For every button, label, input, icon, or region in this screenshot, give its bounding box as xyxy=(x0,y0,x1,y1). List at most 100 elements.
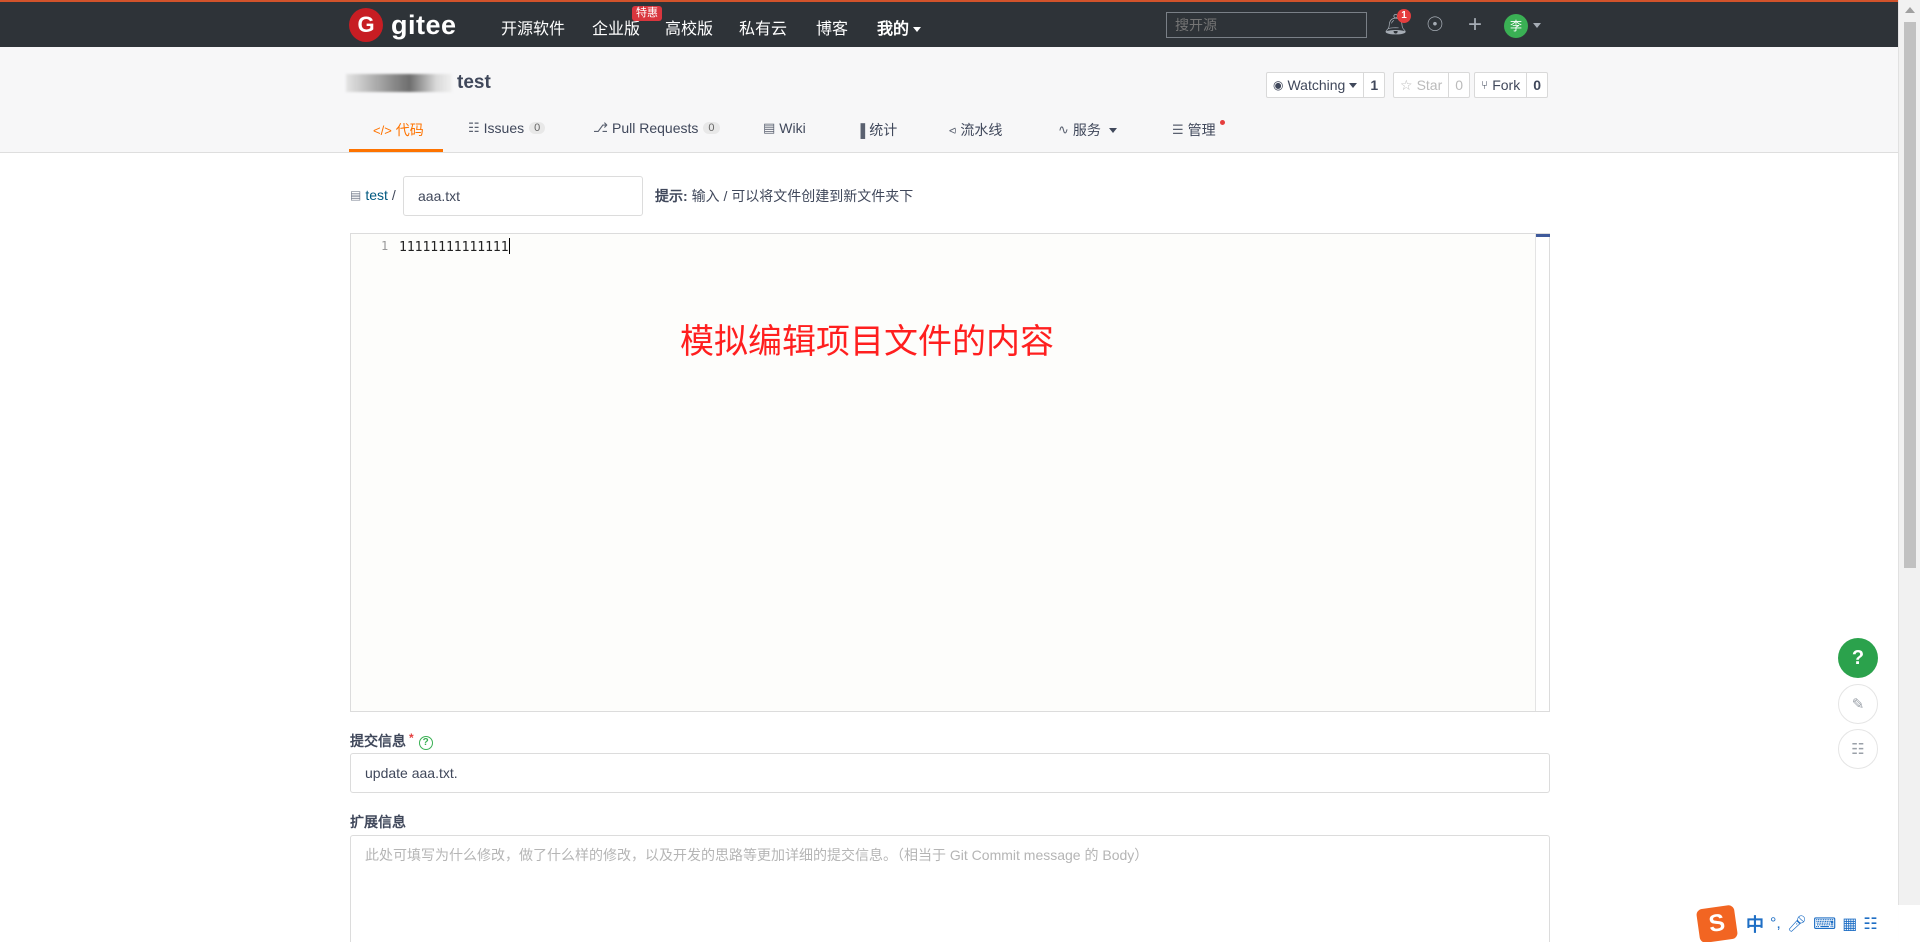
issues-icon: ☷ xyxy=(468,120,480,135)
services-icon: ∿ xyxy=(1058,122,1069,137)
tab-code-label: 代码 xyxy=(395,122,424,138)
manage-notification-dot xyxy=(1220,120,1225,125)
watch-button[interactable]: ◉ Watching 1 xyxy=(1266,72,1386,98)
watch-label: Watching xyxy=(1287,77,1346,93)
bar-chart-icon: ▐ xyxy=(856,122,866,138)
nav-blog[interactable]: 博客 xyxy=(816,15,848,39)
tab-services-label: 服务 xyxy=(1072,122,1101,138)
tab-services[interactable]: ∿ 服务 xyxy=(1058,120,1117,140)
tab-code[interactable]: </> 代码 xyxy=(373,120,424,140)
chevron-down-icon xyxy=(1349,82,1358,88)
scrollbar-thumb[interactable] xyxy=(1904,22,1916,568)
nav-open-source[interactable]: 开源软件 xyxy=(501,15,565,39)
wiki-icon: ▤ xyxy=(763,120,776,135)
tab-wiki-label: Wiki xyxy=(779,120,806,136)
manage-icon: ☰ xyxy=(1172,122,1184,137)
top-navbar: G gitee 开源软件 企业版 特惠 高校版 私有云 博客 我的 🔔︎ 1 ☉… xyxy=(0,0,1920,47)
commit-message-label: 提交信息 *? xyxy=(350,731,433,751)
hint-label: 提示: xyxy=(655,188,688,204)
avatar-chevron-down-icon[interactable] xyxy=(1533,23,1541,28)
ime-toolbar: S 中 °, 🎤︎ ⌨ ▦ ☷ xyxy=(1695,904,1920,942)
fork-icon: ⑂ xyxy=(1481,78,1489,92)
fork-count[interactable]: 0 xyxy=(1526,73,1547,97)
gitee-logo-text: gitee xyxy=(391,9,457,40)
ime-punct-toggle[interactable]: °, xyxy=(1770,915,1781,933)
eye-icon: ◉ xyxy=(1273,78,1284,92)
help-float-button[interactable]: ? xyxy=(1838,638,1878,678)
commit-message-input[interactable] xyxy=(350,753,1550,793)
gitee-logo-icon: G xyxy=(349,8,383,42)
page-scrollbar[interactable] xyxy=(1898,0,1920,942)
file-icon: ▤ xyxy=(350,188,362,202)
issues-count: 0 xyxy=(529,122,546,134)
text-cursor xyxy=(508,238,510,254)
pipeline-icon: ⪦ xyxy=(949,122,957,137)
chevron-down-icon xyxy=(913,27,922,33)
plus-icon[interactable]: + xyxy=(1463,13,1487,37)
line-number: 1 xyxy=(381,239,389,253)
fork-label: Fork xyxy=(1492,77,1521,93)
commit-label-text: 提交信息 xyxy=(350,733,406,749)
tab-stats[interactable]: ▐ 统计 xyxy=(856,120,897,140)
microphone-icon[interactable]: 🎤︎ xyxy=(1787,914,1807,934)
watch-count[interactable]: 1 xyxy=(1363,73,1384,97)
required-asterisk: * xyxy=(409,731,414,745)
pulls-count: 0 xyxy=(703,122,720,134)
code-editor[interactable]: 1 11111111111111 xyxy=(350,233,1550,712)
notification-count-badge: 1 xyxy=(1397,9,1411,23)
breadcrumb-separator: / xyxy=(391,187,396,203)
repo-name[interactable]: test xyxy=(457,72,491,94)
repo-owner-blurred[interactable] xyxy=(346,74,452,92)
star-count[interactable]: 0 xyxy=(1448,73,1469,97)
enterprise-promo-badge: 特惠 xyxy=(632,6,662,21)
code-icon: </> xyxy=(373,122,392,138)
fork-button[interactable]: ⑂ Fork 0 xyxy=(1474,72,1548,98)
hint-text: 输入 / 可以将文件创建到新文件夹下 xyxy=(691,188,914,204)
star-label: Star xyxy=(1416,77,1443,93)
tab-manage[interactable]: ☰ 管理 xyxy=(1172,120,1216,140)
lightbulb-icon[interactable]: ☉ xyxy=(1423,13,1447,37)
ime-language-toggle[interactable]: 中 xyxy=(1746,911,1764,937)
nav-education[interactable]: 高校版 xyxy=(665,15,713,39)
tab-stats-label: 统计 xyxy=(869,122,898,138)
gitee-logo[interactable]: G gitee xyxy=(349,8,457,42)
tab-issues[interactable]: ☷ Issues 0 xyxy=(468,120,546,136)
chat-button[interactable]: ☷ xyxy=(1838,729,1878,769)
nav-mine-label: 我的 xyxy=(877,21,910,38)
active-tab-indicator xyxy=(349,149,443,152)
tab-pipeline[interactable]: ⪦ 流水线 xyxy=(949,120,1002,140)
search-input[interactable] xyxy=(1166,12,1367,38)
extended-info-textarea[interactable]: 此处可填写为什么修改，做了什么样的修改，以及开发的思路等更加详细的提交信息。（相… xyxy=(350,835,1550,942)
feedback-edit-button[interactable]: ✎ xyxy=(1838,684,1878,724)
filename-input[interactable] xyxy=(403,176,643,216)
star-icon: ☆ xyxy=(1400,76,1413,93)
tab-issues-label: Issues xyxy=(483,120,525,136)
toolbox-icon[interactable]: ▦ xyxy=(1842,914,1857,934)
tab-pipeline-label: 流水线 xyxy=(960,122,1003,138)
tab-manage-label: 管理 xyxy=(1187,122,1216,138)
tab-pulls-label: Pull Requests xyxy=(611,120,699,136)
nav-mine[interactable]: 我的 xyxy=(877,15,922,39)
sogou-ime-logo[interactable]: S xyxy=(1695,904,1739,942)
pull-request-icon: ⎇ xyxy=(593,120,608,135)
path-hint: 提示: 输入 / 可以将文件创建到新文件夹下 xyxy=(655,186,913,206)
nav-private-cloud[interactable]: 私有云 xyxy=(739,15,787,39)
editor-scrollbar[interactable] xyxy=(1535,234,1550,711)
tab-pull-requests[interactable]: ⎇ Pull Requests 0 xyxy=(593,120,720,136)
question-icon[interactable]: ? xyxy=(418,736,433,750)
scroll-up-arrow-icon[interactable] xyxy=(1905,7,1915,13)
code-line-text: 11111111111111 xyxy=(399,240,509,255)
red-annotation-text: 模拟编辑项目文件的内容 xyxy=(680,322,1054,362)
breadcrumb-repo-link[interactable]: test xyxy=(365,187,388,203)
code-line[interactable]: 11111111111111 xyxy=(399,238,510,255)
chat-icon: ☷ xyxy=(1851,741,1865,758)
keyboard-icon[interactable]: ⌨ xyxy=(1813,914,1836,934)
extended-info-label: 扩展信息 xyxy=(350,814,406,830)
avatar[interactable]: 李 xyxy=(1504,14,1528,38)
star-button[interactable]: ☆ Star 0 xyxy=(1393,72,1471,98)
edit-icon: ✎ xyxy=(1851,696,1865,713)
chevron-down-icon xyxy=(1108,127,1117,133)
grid-menu-icon[interactable]: ☷ xyxy=(1863,914,1877,934)
breadcrumb: ▤ test / xyxy=(350,187,400,203)
tab-wiki[interactable]: ▤ Wiki xyxy=(763,120,806,136)
